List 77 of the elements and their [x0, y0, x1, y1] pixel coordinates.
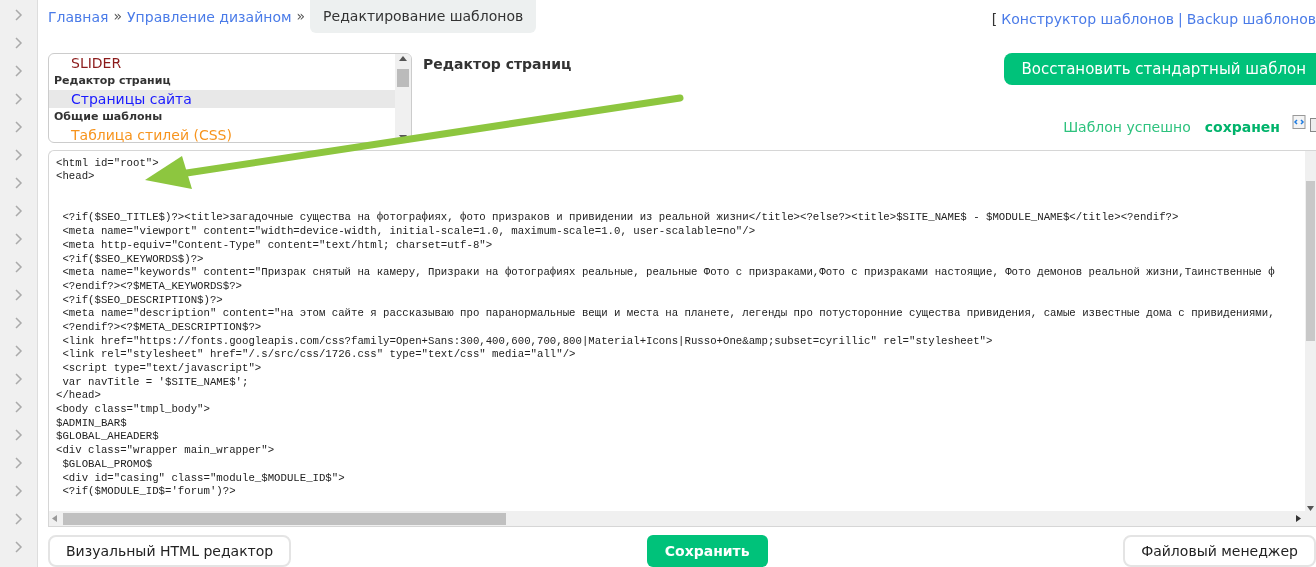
- code-line: <div id="casing" class="module_$MODULE_ID$">: [61, 471, 346, 486]
- code-line: <?endif?><?$META_DESCRIPTION$?>: [61, 321, 263, 335]
- chevron-right-icon[interactable]: [14, 121, 23, 133]
- code-line: $ADMIN_BAR$: [56, 416, 128, 431]
- scroll-right-icon[interactable]: [1296, 515, 1301, 522]
- list-group-header: Общие шаблоны: [53, 108, 164, 125]
- code-editor[interactable]: [48, 149, 1316, 527]
- chevron-right-icon[interactable]: [14, 9, 23, 21]
- editor-title: Редактор страниц: [423, 54, 572, 74]
- chevron-right-icon[interactable]: [14, 93, 23, 105]
- code-line: <body class="tmpl_body">: [56, 403, 211, 417]
- code-line: <link rel="stylesheet" href="/.s/src/css/1726.css" type="text/css" media="all"/>: [61, 348, 577, 363]
- breadcrumb-separator: »: [113, 7, 123, 26]
- chevron-right-icon[interactable]: [14, 345, 23, 357]
- scroll-thumb[interactable]: [1306, 180, 1315, 341]
- code-line: $GLOBAL_AHEADER$: [56, 430, 160, 445]
- code-line: <?endif?><?$META_KEYWORDS$?>: [61, 279, 243, 294]
- template-list[interactable]: SLIDER Редактор страниц Страницы сайта Общие шаблоны Таблица стилей (CSS): [48, 52, 412, 143]
- breadcrumb-current: Редактирование шаблонов: [310, 0, 537, 33]
- chevron-right-icon[interactable]: [14, 261, 23, 273]
- link-separator: |: [1178, 10, 1183, 30]
- list-item[interactable]: Таблица стилей (CSS): [49, 125, 395, 142]
- code-line: <?if($MODULE_ID$='forum')?>: [61, 485, 237, 499]
- code-line: <?if($SEO_TITLE$)?><title>загадочные существа на фотографиях, фото призраков и привидении из реальной жизни</title><?else?><title>$SITE_NAME$ - $MODULE_NAME$</title><?endif?>: [61, 211, 1180, 226]
- chevron-right-icon[interactable]: [14, 541, 23, 553]
- code-line: <head>: [56, 170, 96, 185]
- chevron-right-icon[interactable]: [14, 233, 23, 245]
- code-line: <?if($SEO_KEYWORDS$)?>: [61, 252, 205, 267]
- chevron-right-icon[interactable]: [14, 401, 23, 413]
- code-line: <html id="root">: [56, 156, 160, 171]
- chevron-right-icon[interactable]: [14, 289, 23, 301]
- action-button[interactable]: Визуальный HTML редактор: [48, 535, 292, 567]
- scroll-thumb[interactable]: [397, 68, 409, 87]
- code-line: <link href="https://fonts.googleapis.com/css?family=Open+Sans:300,400,600,700,800|Material+Icons|Russo+One&amp;subset=cyrillic" rel="stylesheet">: [61, 334, 994, 349]
- scroll-up-icon[interactable]: [399, 55, 407, 61]
- chevron-right-icon[interactable]: [14, 513, 23, 525]
- code-line: <meta http-equiv="Content-Type" content="text/html; charset=utf-8">: [61, 238, 494, 253]
- code-line: <meta name="viewport" content="width=device-width, initial-scale=1.0, maximum-scale=1.0, user-scalable=no"/>: [61, 225, 757, 239]
- status-text: Шаблон успешно: [1063, 117, 1191, 137]
- code-line: var navTitle = '$SITE_NAME$';: [61, 375, 250, 390]
- header-link[interactable]: Конструктор шаблонов: [1001, 9, 1174, 30]
- restore-default-template-button[interactable]: Восстановить стандартный шаблон: [1004, 52, 1316, 85]
- breadcrumb-separator: »: [296, 7, 306, 26]
- chevron-right-icon[interactable]: [14, 485, 23, 497]
- code-file-icon[interactable]: [1292, 115, 1306, 130]
- chevron-right-icon[interactable]: [14, 429, 23, 441]
- breadcrumb-link[interactable]: Главная: [48, 5, 109, 28]
- status-saved: сохранен: [1204, 117, 1280, 137]
- file-icon[interactable]: [1310, 118, 1316, 133]
- header-link[interactable]: Backup шаблонов: [1186, 9, 1316, 30]
- chevron-right-icon[interactable]: [14, 149, 23, 161]
- code-line: <meta name="description" content="на этом сайте я рассказываю про паранормальные вещи и места на планете, легенды про потусторонние существа привидения, самые известные дома с привидениями,: [61, 307, 1276, 321]
- chevron-right-icon[interactable]: [14, 317, 23, 329]
- chevron-right-icon[interactable]: [14, 373, 23, 385]
- code-line: $GLOBAL_PROMO$: [61, 457, 154, 472]
- code-line: <script type="text/javascript">: [61, 362, 263, 376]
- vertical-scrollbar[interactable]: [1305, 150, 1316, 511]
- list-group-header: Редактор страниц: [53, 72, 172, 89]
- chevron-right-icon[interactable]: [14, 457, 23, 469]
- list-item[interactable]: SLIDER: [49, 53, 395, 72]
- scroll-down-icon[interactable]: [399, 134, 407, 140]
- chevron-right-icon[interactable]: [14, 177, 23, 189]
- save-button[interactable]: Сохранить: [646, 535, 768, 567]
- code-line: <?if($SEO_DESCRIPTION$)?>: [61, 293, 224, 308]
- action-button[interactable]: Файловый менеджер: [1123, 535, 1316, 567]
- bracket: [: [991, 10, 998, 29]
- scroll-left-icon[interactable]: [52, 515, 57, 522]
- scroll-thumb[interactable]: [63, 512, 506, 525]
- code-line: </head>: [56, 389, 102, 404]
- code-line: <meta name="keywords" content="Призрак снятый на камеру, Призраки на фотографиях реальные, реальные Фото с призраками,Фото с призраками настоящие, Фото демонов реальной жизни,Таинственные ф: [61, 266, 1276, 280]
- code-line: <div class="wrapper main_wrapper">: [56, 444, 276, 458]
- breadcrumb-link[interactable]: Управление дизайном: [127, 5, 292, 28]
- chevron-right-icon[interactable]: [14, 37, 23, 49]
- list-item[interactable]: Страницы сайта: [49, 89, 395, 108]
- horizontal-scrollbar[interactable]: [49, 511, 1316, 526]
- chevron-right-icon[interactable]: [14, 65, 23, 77]
- chevron-right-icon[interactable]: [14, 205, 23, 217]
